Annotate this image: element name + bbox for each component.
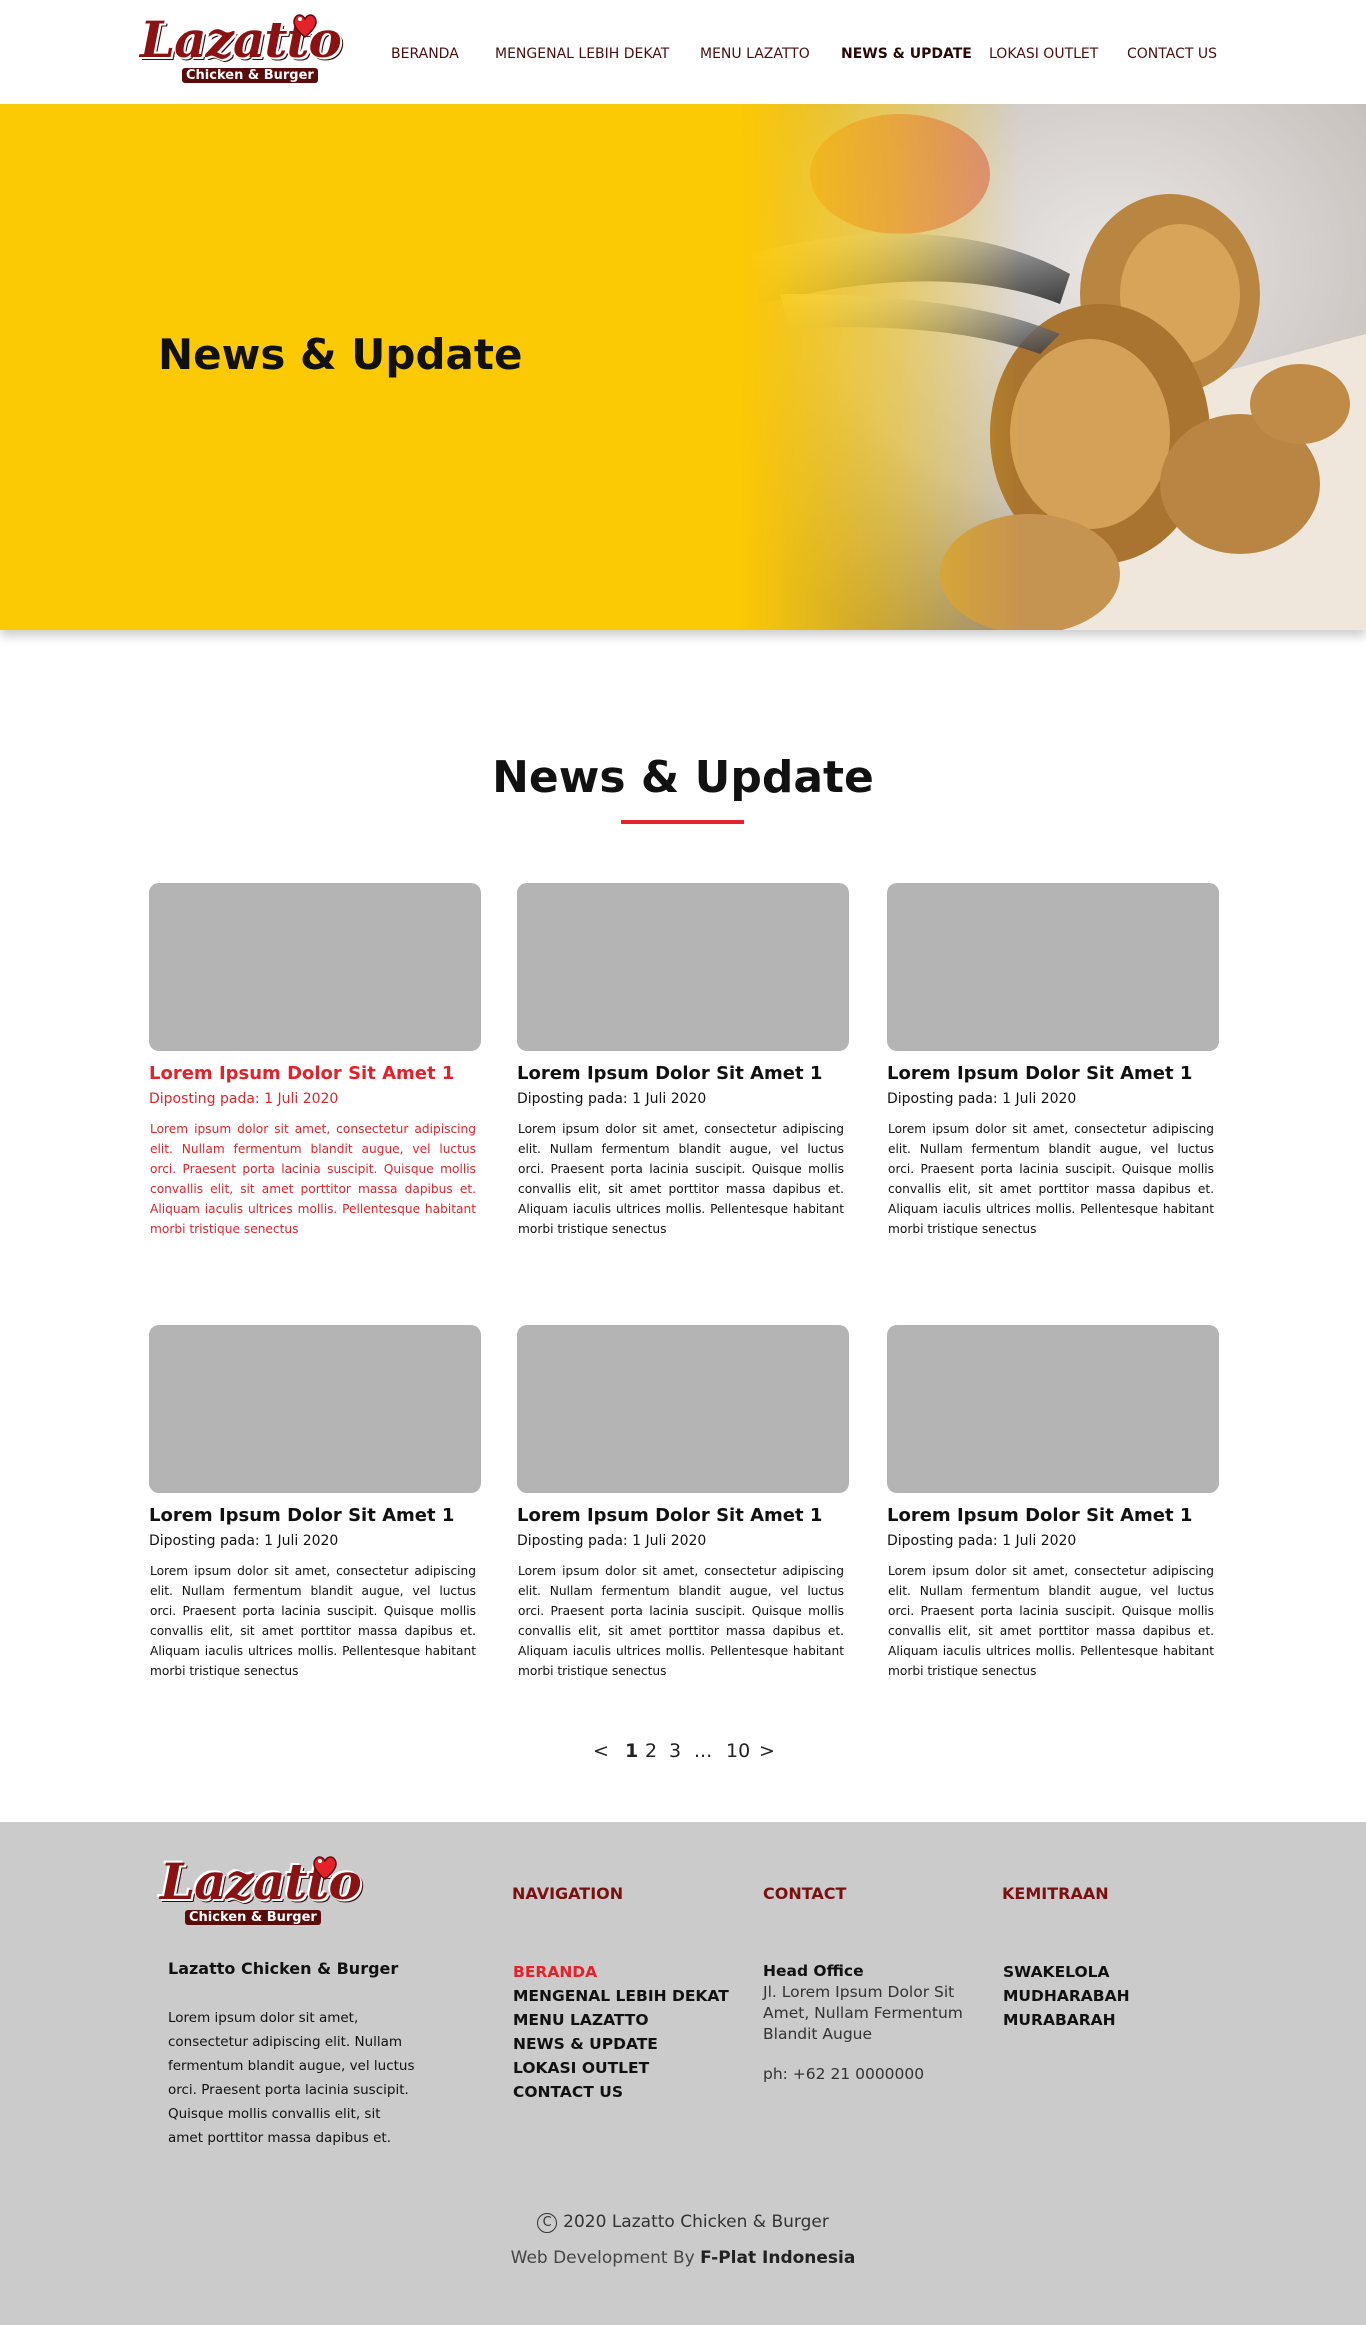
footer-partnership-swakelola[interactable]: SWAKELOLA [1003, 1960, 1130, 1984]
pagination-ellipsis: ... [694, 1740, 713, 1762]
news-thumbnail[interactable] [149, 1325, 481, 1493]
hero-title: News & Update [158, 330, 523, 379]
news-excerpt: Lorem ipsum dolor sit amet, consectetur … [150, 1122, 476, 1236]
footer-partnership-list: SWAKELOLA MUDHARABAH MURABARAH [1003, 1960, 1130, 2032]
copyright-icon: C [537, 2213, 558, 2233]
footer-logo-tagline: Chicken & Burger [185, 1910, 321, 1925]
site-header: Lazatto Chicken & Burger BERANDA MENGENA… [0, 0, 1366, 104]
pagination-next[interactable]: > [759, 1740, 775, 1762]
news-card[interactable]: Lorem Ipsum Dolor Sit Amet 1 Diposting p… [149, 1325, 481, 1705]
news-excerpt: Lorem ipsum dolor sit amet, consectetur … [518, 1564, 844, 1678]
news-thumbnail[interactable] [887, 883, 1219, 1051]
news-title[interactable]: Lorem Ipsum Dolor Sit Amet 1 [517, 1063, 822, 1084]
news-title[interactable]: Lorem Ipsum Dolor Sit Amet 1 [887, 1505, 1192, 1526]
news-date: Diposting pada: 1 Juli 2020 [887, 1533, 1077, 1549]
footer-address: Jl. Lorem Ipsum Dolor Sit Amet, Nullam F… [763, 1983, 963, 2043]
footer-nav-heading: NAVIGATION [512, 1884, 624, 1903]
footer-nav-beranda[interactable]: BERANDA [513, 1960, 729, 1984]
section-title: News & Update [492, 752, 874, 803]
news-excerpt: Lorem ipsum dolor sit amet, consectetur … [518, 1122, 844, 1236]
hero-fried-chicken-photo [740, 104, 1366, 630]
footer-company-name: Lazatto Chicken & Burger [168, 1959, 399, 1978]
footer-contact-block: Head Office Jl. Lorem Ipsum Dolor Sit Am… [763, 1960, 983, 2083]
news-date: Diposting pada: 1 Juli 2020 [517, 1091, 707, 1107]
footer-partnership-heading: KEMITRAAN [1002, 1884, 1109, 1903]
heart-logo-icon [313, 1856, 337, 1880]
footer-nav-mengenal-lebih-dekat[interactable]: MENGENAL LEBIH DEKAT [513, 1984, 729, 2008]
news-date: Diposting pada: 1 Juli 2020 [149, 1533, 339, 1549]
footer-nav-news-update[interactable]: NEWS & UPDATE [513, 2032, 729, 2056]
news-card[interactable]: Lorem Ipsum Dolor Sit Amet 1 Diposting p… [517, 1325, 849, 1705]
pagination-page-1[interactable]: 1 [625, 1740, 638, 1762]
news-title[interactable]: Lorem Ipsum Dolor Sit Amet 1 [149, 1063, 454, 1084]
news-title[interactable]: Lorem Ipsum Dolor Sit Amet 1 [887, 1063, 1192, 1084]
nav-beranda[interactable]: BERANDA [391, 46, 459, 62]
news-card[interactable]: Lorem Ipsum Dolor Sit Amet 1 Diposting p… [517, 883, 849, 1263]
news-card[interactable]: Lorem Ipsum Dolor Sit Amet 1 Diposting p… [887, 883, 1219, 1263]
news-excerpt: Lorem ipsum dolor sit amet, consectetur … [888, 1564, 1214, 1678]
pagination: < 1 2 3 ... 10 > [0, 1740, 1366, 1764]
footer-phone[interactable]: ph: +62 21 0000000 [763, 2065, 983, 2083]
footer-contact-heading: CONTACT [763, 1884, 847, 1903]
news-date: Diposting pada: 1 Juli 2020 [149, 1091, 339, 1107]
heart-logo-icon [293, 14, 317, 38]
news-date: Diposting pada: 1 Juli 2020 [517, 1533, 707, 1549]
news-thumbnail[interactable] [517, 883, 849, 1051]
pagination-page-last[interactable]: 10 [726, 1740, 750, 1762]
footer-about-text: Lorem ipsum dolor sit amet, consectetur … [168, 2010, 415, 2146]
news-excerpt: Lorem ipsum dolor sit amet, consectetur … [150, 1564, 476, 1678]
news-date: Diposting pada: 1 Juli 2020 [887, 1091, 1077, 1107]
nav-contact-us[interactable]: CONTACT US [1127, 46, 1217, 62]
footer-nav-contact-us[interactable]: CONTACT US [513, 2080, 729, 2104]
copyright-text: 2020 Lazatto Chicken & Burger [563, 2212, 829, 2232]
footer-nav-list: BERANDA MENGENAL LEBIH DEKAT MENU LAZATT… [513, 1960, 729, 2104]
news-card[interactable]: Lorem Ipsum Dolor Sit Amet 1 Diposting p… [887, 1325, 1219, 1705]
nav-news-update[interactable]: NEWS & UPDATE [841, 46, 972, 62]
footer-nav-lokasi-outlet[interactable]: LOKASI OUTLET [513, 2056, 729, 2080]
news-title[interactable]: Lorem Ipsum Dolor Sit Amet 1 [149, 1505, 454, 1526]
pagination-page-3[interactable]: 3 [669, 1740, 681, 1762]
hero-banner: News & Update [0, 104, 1366, 630]
news-thumbnail[interactable] [149, 883, 481, 1051]
news-thumbnail[interactable] [517, 1325, 849, 1493]
pagination-prev[interactable]: < [593, 1740, 609, 1762]
news-title[interactable]: Lorem Ipsum Dolor Sit Amet 1 [517, 1505, 822, 1526]
footer-copyright: C 2020 Lazatto Chicken & Burger [0, 2212, 1366, 2233]
credit-company-link[interactable]: F-Plat Indonesia [700, 2248, 855, 2268]
footer-logo[interactable]: Lazatto Chicken & Burger [160, 1852, 362, 1932]
news-excerpt: Lorem ipsum dolor sit amet, consectetur … [888, 1122, 1214, 1236]
news-card[interactable]: Lorem Ipsum Dolor Sit Amet 1 Diposting p… [149, 883, 481, 1263]
nav-mengenal-lebih-dekat[interactable]: MENGENAL LEBIH DEKAT [495, 46, 669, 62]
main-nav: BERANDA MENGENAL LEBIH DEKAT MENU LAZATT… [0, 46, 1366, 66]
footer-credit: Web Development By F-Plat Indonesia [0, 2248, 1366, 2268]
site-footer: Lazatto Chicken & Burger Lazatto Chicken… [0, 1822, 1366, 2325]
footer-partnership-murabarah[interactable]: MURABARAH [1003, 2008, 1130, 2032]
footer-head-office-label: Head Office [763, 1962, 864, 1980]
news-thumbnail[interactable] [887, 1325, 1219, 1493]
nav-menu-lazatto[interactable]: MENU LAZATTO [700, 46, 810, 62]
title-underline [621, 820, 744, 824]
pagination-page-2[interactable]: 2 [645, 1740, 657, 1762]
credit-prefix: Web Development By [510, 2248, 695, 2268]
footer-partnership-mudharabah[interactable]: MUDHARABAH [1003, 1984, 1130, 2008]
logo-tagline: Chicken & Burger [182, 68, 318, 83]
nav-lokasi-outlet[interactable]: LOKASI OUTLET [989, 46, 1098, 62]
footer-nav-menu-lazatto[interactable]: MENU LAZATTO [513, 2008, 729, 2032]
